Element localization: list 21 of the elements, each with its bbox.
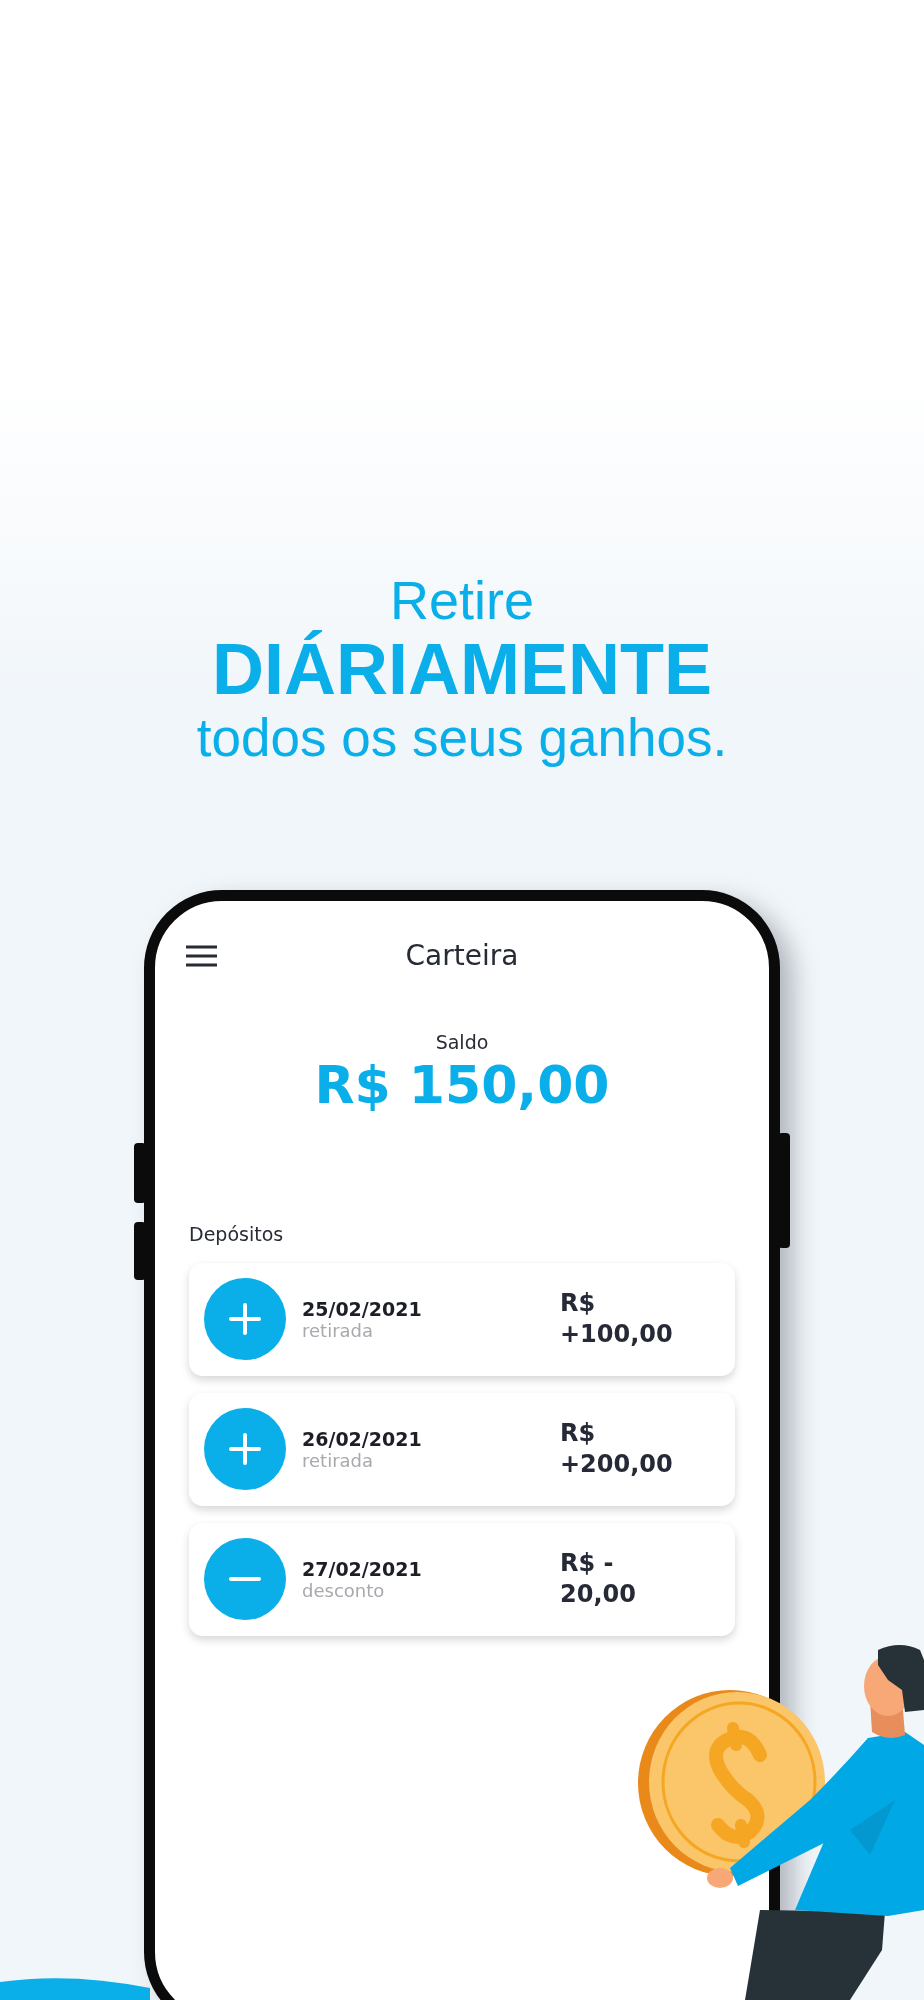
transaction-date: 27/02/2021 [302,1557,423,1580]
app-bar-title: Carteira [404,939,520,973]
minus-icon [204,1538,286,1621]
headline-text: Retire [388,569,535,630]
section-title: Depósitos [189,1222,285,1245]
balance-amount: R$ 150,00 [313,1054,611,1115]
transaction-card[interactable]: 27/02/2021 desconto R$ - 20,00 [189,1522,735,1636]
transaction-type: retirada [302,1449,375,1471]
transaction-type: desconto [302,1579,386,1601]
transaction-date: 26/02/2021 [302,1427,423,1450]
transaction-card[interactable]: 25/02/2021 retirada R$ +100,00 [189,1262,735,1376]
menu-icon[interactable] [186,944,217,967]
transaction-type: retirada [302,1319,375,1341]
transaction-card[interactable]: 26/02/2021 retirada R$ +200,00 [189,1392,735,1506]
transaction-amount: R$ - 20,00 [560,1548,637,1611]
headline-text: todos os seus ganhos. [195,707,729,770]
plus-icon [204,1278,286,1361]
transaction-date: 25/02/2021 [302,1297,423,1320]
headline-emphasis: DIÁRIAMENTE [211,632,713,707]
balance-label: Saldo [434,1030,490,1053]
plus-icon [204,1408,286,1491]
